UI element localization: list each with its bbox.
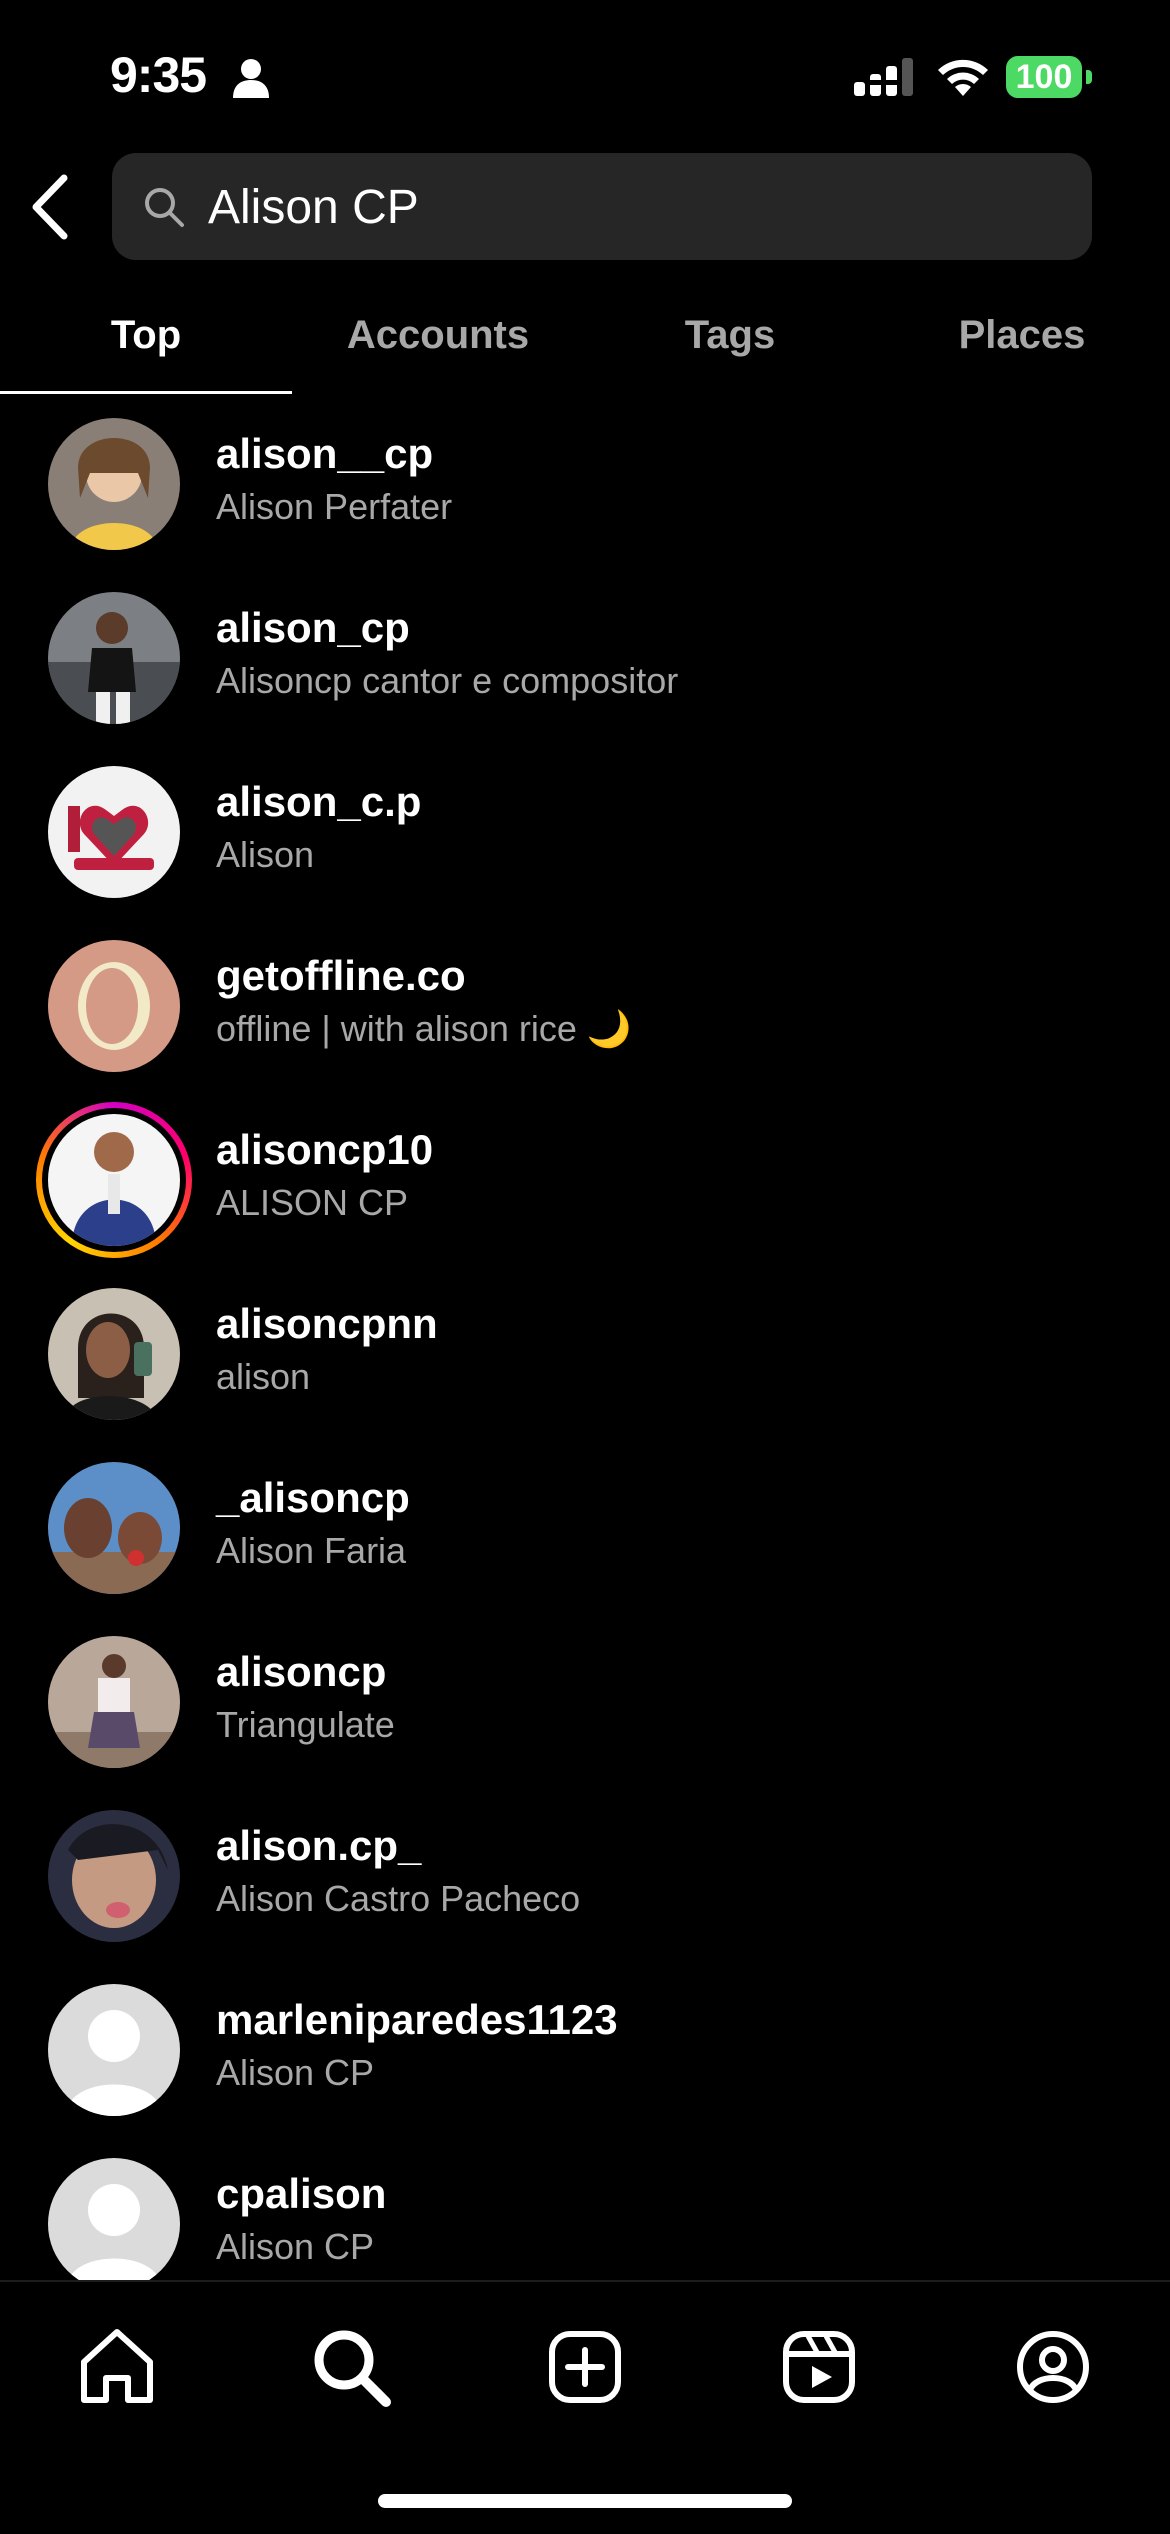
search-tabs: Top Accounts Tags Places <box>0 290 1170 396</box>
battery-level: 100 <box>1006 56 1082 98</box>
result-username: _alisoncp <box>216 1474 410 1521</box>
result-fullname: Alison Perfater <box>216 486 453 527</box>
tab-top[interactable]: Top <box>0 290 292 390</box>
status-bar: 9:35 100 <box>0 0 1170 150</box>
tab-accounts[interactable]: Accounts <box>292 290 584 390</box>
result-username: alison_c.p <box>216 778 422 825</box>
result-fullname: alison <box>216 1356 311 1397</box>
result-username: alisoncpnn <box>216 1300 438 1347</box>
result-fullname: Alison Castro Pacheco <box>216 1878 581 1919</box>
list-item[interactable]: alison.cp_ Alison Castro Pacheco <box>0 1792 1170 1966</box>
result-fullname: Alison CP <box>216 2226 375 2267</box>
result-fullname: ALISON CP <box>216 1182 409 1223</box>
default-avatar <box>48 1984 180 2116</box>
result-fullname: Alison <box>216 834 315 875</box>
result-fullname: offline | with alison rice 🌙 <box>216 1008 632 1049</box>
avatar <box>48 1288 180 1420</box>
create-post-icon[interactable] <box>540 2322 630 2412</box>
search-bar[interactable] <box>112 153 1092 260</box>
list-item[interactable]: alisoncp10 ALISON CP <box>0 1096 1170 1270</box>
result-fullname: Alison CP <box>216 2052 375 2093</box>
result-username: marleniparedes1123 <box>216 1996 618 2043</box>
avatar <box>48 1114 180 1246</box>
avatar <box>48 592 180 724</box>
result-fullname: Triangulate <box>216 1704 395 1745</box>
search-icon[interactable] <box>306 2322 396 2412</box>
tab-places[interactable]: Places <box>876 290 1168 390</box>
list-item[interactable]: marleniparedes1123 Alison CP <box>0 1966 1170 2140</box>
avatar <box>48 766 180 898</box>
avatar <box>48 1462 180 1594</box>
list-item[interactable]: alisoncp Triangulate <box>0 1618 1170 1792</box>
cellular-signal-icon <box>854 58 913 96</box>
avatar <box>48 1636 180 1768</box>
list-item[interactable]: alison__cp Alison Perfater <box>0 400 1170 574</box>
default-avatar <box>48 2158 180 2280</box>
battery-tip <box>1086 70 1092 84</box>
result-fullname: Alisoncp cantor e compositor <box>216 660 679 701</box>
result-username: alison__cp <box>216 430 434 477</box>
result-fullname: Alison Faria <box>216 1530 407 1571</box>
wifi-icon <box>938 59 988 96</box>
result-username: alison.cp_ <box>216 1822 422 1869</box>
result-username: alison_cp <box>216 604 410 651</box>
reels-icon[interactable] <box>774 2322 864 2412</box>
profile-icon[interactable] <box>1008 2322 1098 2412</box>
list-item[interactable]: _alisoncp Alison Faria <box>0 1444 1170 1618</box>
list-item[interactable]: alison_cp Alisoncp cantor e compositor <box>0 574 1170 748</box>
result-username: alisoncp <box>216 1648 387 1695</box>
home-icon[interactable] <box>72 2322 162 2412</box>
result-username: cpalison <box>216 2170 387 2217</box>
active-tab-indicator <box>0 391 292 394</box>
list-item[interactable]: getoffline.co offline | with alison rice… <box>0 922 1170 1096</box>
search-results-list: alison__cp Alison Perfater alison_cp Ali… <box>0 400 1170 2280</box>
list-item[interactable]: alison_c.p Alison <box>0 748 1170 922</box>
status-time: 9:35 <box>110 47 207 103</box>
back-chevron-icon[interactable] <box>24 172 80 242</box>
result-username: getoffline.co <box>216 952 466 999</box>
avatar <box>48 418 180 550</box>
list-item[interactable]: cpalison Alison CP <box>0 2140 1170 2280</box>
avatar <box>48 1810 180 1942</box>
tab-tags[interactable]: Tags <box>584 290 876 390</box>
result-username: alisoncp10 <box>216 1126 434 1173</box>
list-item[interactable]: alisoncpnn alison <box>0 1270 1170 1444</box>
search-input[interactable] <box>208 175 1068 239</box>
avatar <box>48 940 180 1072</box>
person-icon <box>233 59 269 98</box>
home-indicator[interactable] <box>378 2494 792 2508</box>
battery-indicator: 100 <box>1006 56 1092 98</box>
search-icon <box>145 188 184 227</box>
